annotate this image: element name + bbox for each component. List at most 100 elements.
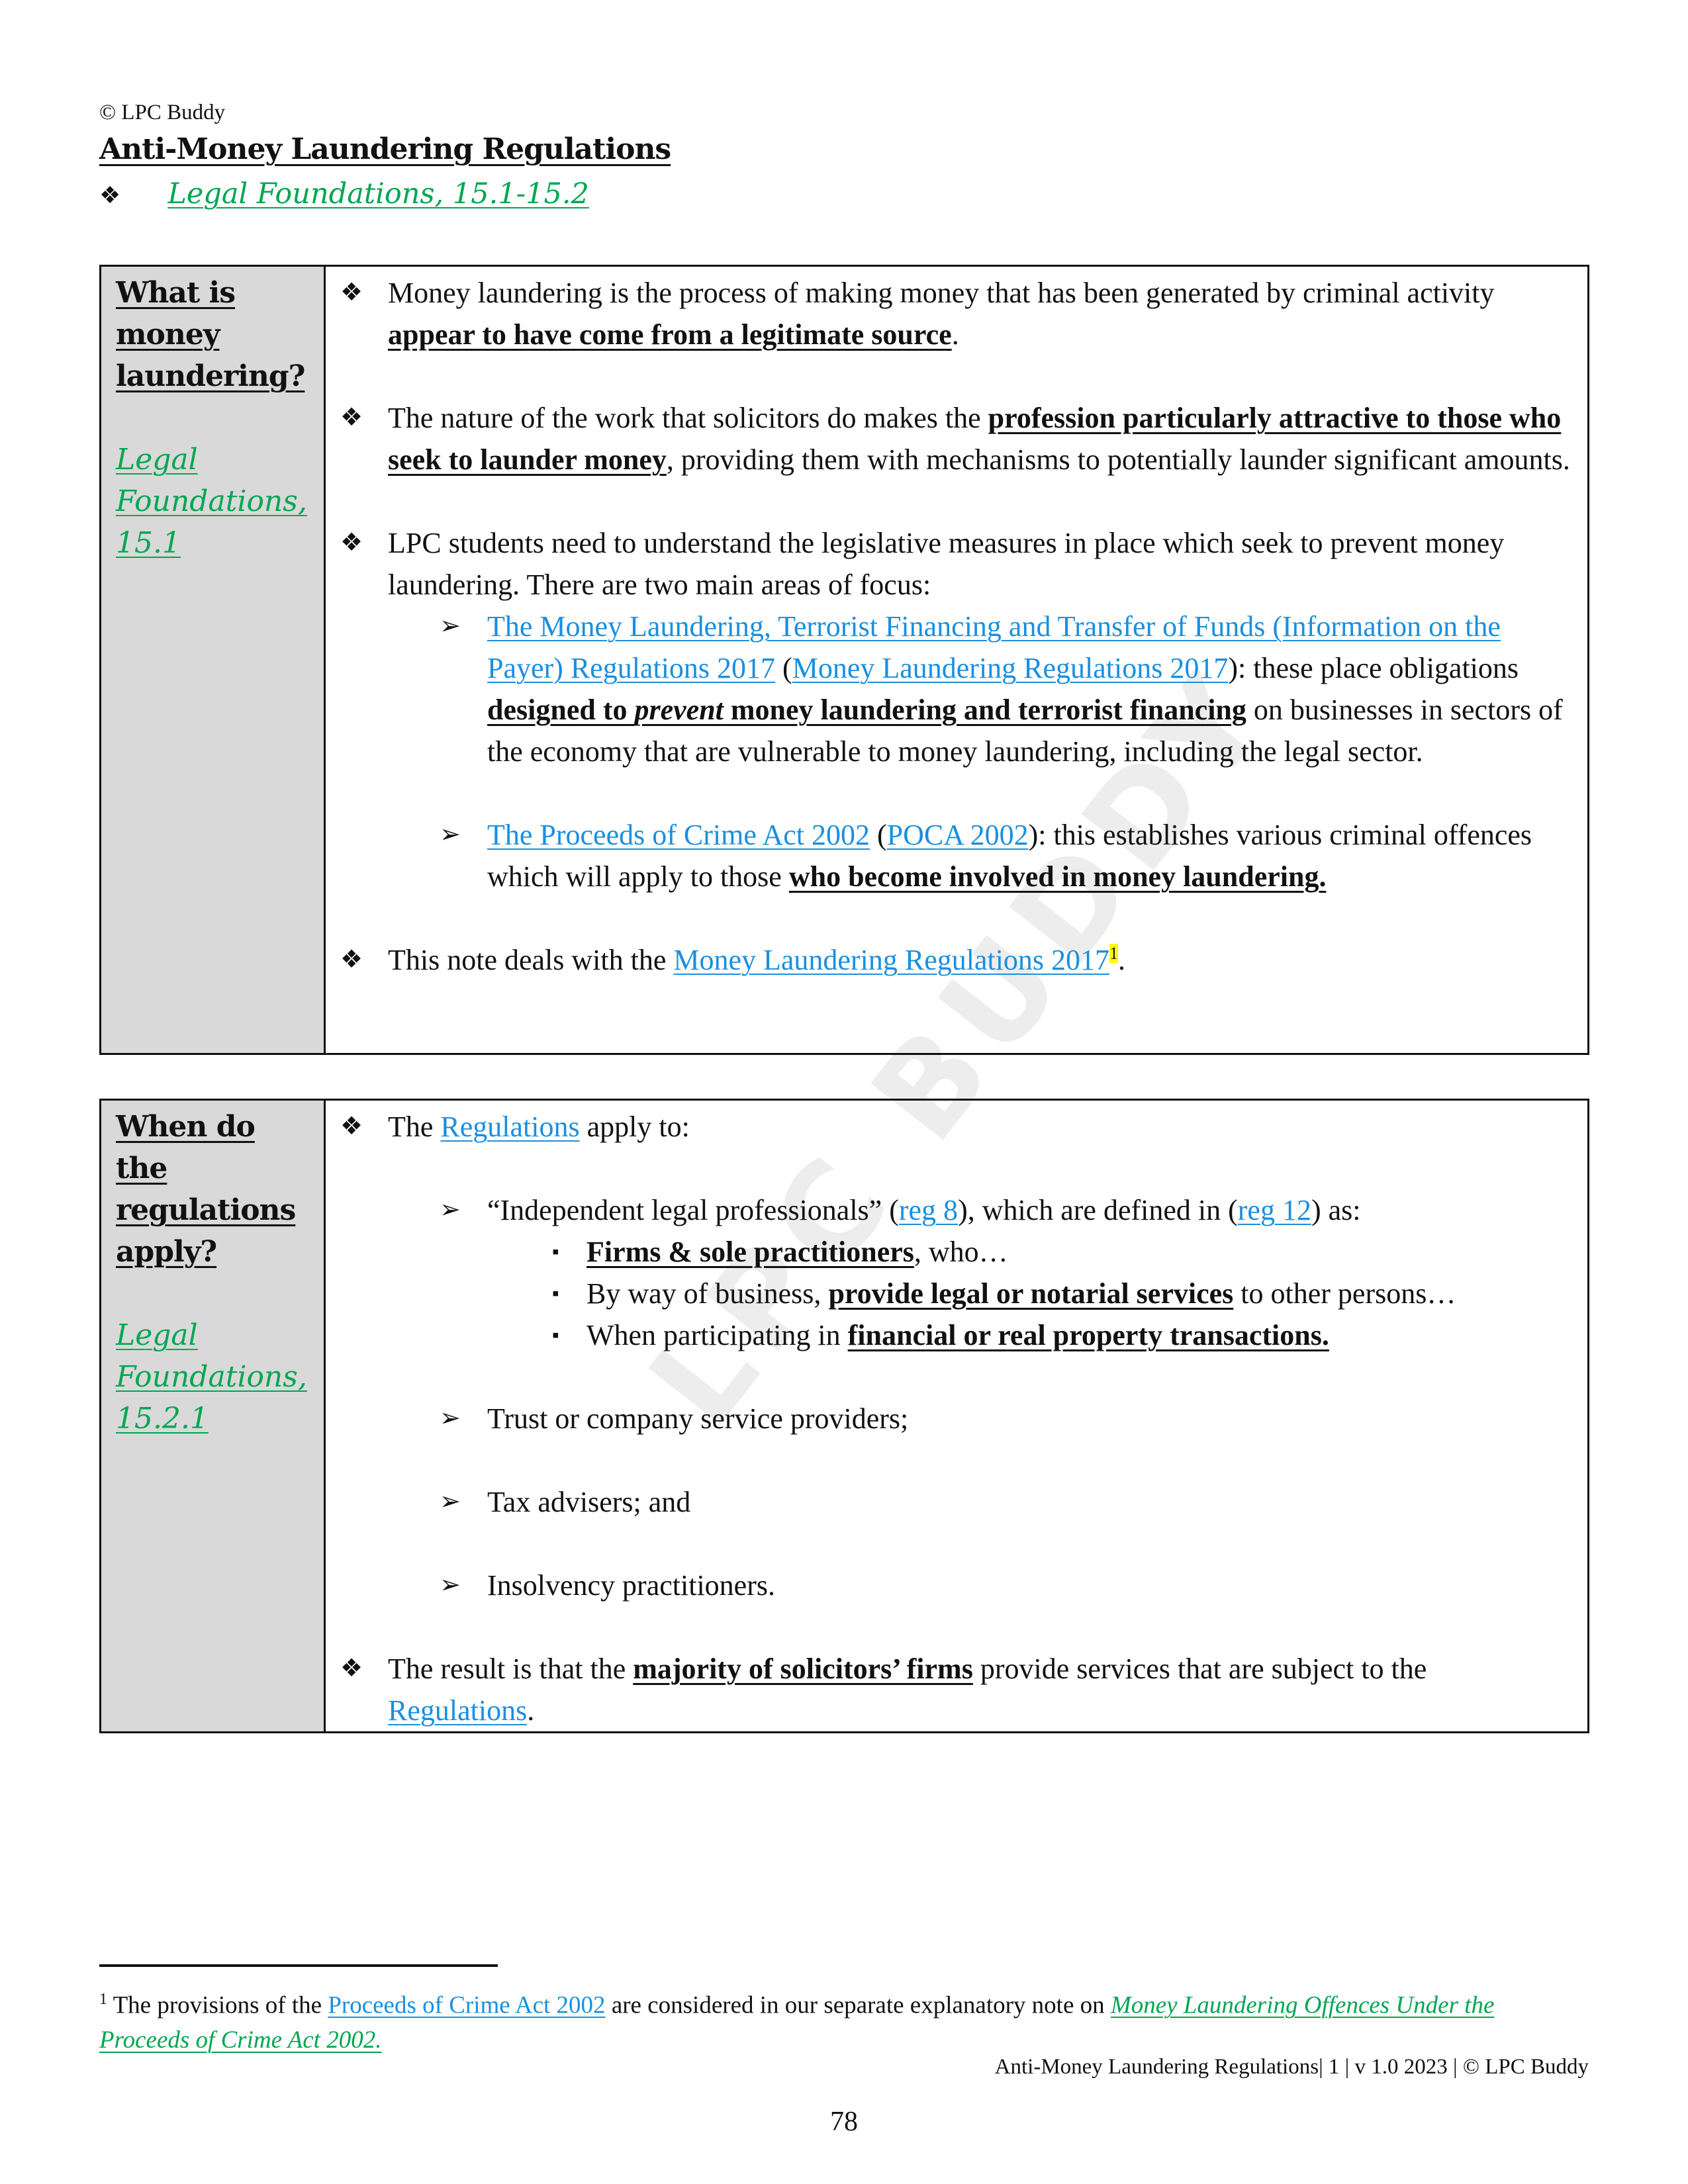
reg-8-link[interactable]: reg 8 — [899, 1194, 958, 1226]
legal-foundations-link[interactable]: 15.1 — [116, 526, 181, 560]
emphasis: majority of solicitors’ firms — [633, 1653, 973, 1685]
diamond-bullet-icon: ❖ — [340, 279, 363, 306]
page-title: Anti-Money Laundering Regulations — [99, 132, 671, 166]
section-question-line: apply? — [116, 1235, 217, 1269]
text: Money laundering is the process of makin… — [388, 277, 1495, 309]
section-question-line: What is — [116, 276, 236, 310]
sub-bullet-item: ➢ Tax advisers; and — [340, 1481, 1574, 1523]
bullet-item: ❖ The Regulations apply to: — [340, 1106, 1574, 1148]
section-question-line: When do — [116, 1110, 256, 1144]
section-question-line: laundering? — [116, 359, 305, 393]
text: This note deals with the — [388, 944, 674, 976]
text: By way of business, — [586, 1277, 829, 1310]
mlr-2017-link[interactable]: Money Laundering Regulations 2017 — [673, 944, 1109, 976]
emphasis: designed to prevent money laundering and… — [487, 694, 1246, 726]
text: Trust or company service providers; — [487, 1402, 909, 1435]
text: Insolvency practitioners. — [487, 1569, 775, 1602]
text: money laundering and terrorist financing — [723, 694, 1246, 726]
sub-bullet-item: ➢ The Money Laundering, Terrorist Financ… — [340, 606, 1574, 772]
emphasis: appear to have come from a legitimate so… — [388, 318, 952, 351]
diamond-bullet-icon: ❖ — [340, 404, 363, 432]
square-bullet-item: ▪ By way of business, provide legal or n… — [340, 1273, 1574, 1314]
bullet-item: ❖ The result is that the majority of sol… — [340, 1648, 1574, 1731]
section-what-is-money-laundering: What is money laundering? Legal Foundati… — [99, 265, 1589, 1055]
section-question-line: money — [116, 318, 220, 351]
sub-bullet-item: ➢ Trust or company service providers; — [340, 1398, 1574, 1439]
diamond-bullet-icon: ❖ — [340, 1113, 363, 1140]
text: ), which are defined in ( — [958, 1194, 1238, 1226]
text: When participating in — [586, 1319, 848, 1351]
square-bullet-item: ▪ When participating in financial or rea… — [340, 1314, 1574, 1356]
square-bullet-icon: ▪ — [552, 1283, 559, 1304]
footnote-reference[interactable]: 1 — [1109, 944, 1119, 964]
poca-2002-link[interactable]: Proceeds of Crime Act 2002 — [328, 1991, 605, 2019]
reg-12-link[interactable]: reg 12 — [1238, 1194, 1311, 1226]
emphasis: Firms & sole practitioners — [586, 1236, 914, 1268]
footnote-number: 1 — [99, 1991, 107, 2008]
mlr-2017-link[interactable]: Money Laundering Regulations 2017 — [792, 652, 1229, 684]
text: “Independent legal professionals” ( — [487, 1194, 899, 1226]
text: The nature of the work that solicitors d… — [388, 402, 988, 434]
text: The provisions of the — [107, 1991, 328, 2019]
text: . — [951, 318, 959, 351]
section-sidebar: What is money laundering? Legal Foundati… — [99, 265, 326, 1055]
text: ) as: — [1311, 1194, 1361, 1226]
text: are considered in our separate explanato… — [605, 1991, 1111, 2019]
emphasis: provide legal or notarial services — [828, 1277, 1234, 1310]
sub-bullet-item: ➢ “Independent legal professionals” (reg… — [340, 1189, 1574, 1231]
arrow-bullet-icon: ➢ — [440, 1404, 461, 1432]
bullet-item: ❖ Money laundering is the process of mak… — [340, 272, 1574, 355]
poca-2002-full-title-link[interactable]: The Proceeds of Crime Act 2002 — [487, 819, 870, 851]
text: prevent — [634, 694, 724, 726]
text: Tax advisers; and — [487, 1486, 691, 1518]
emphasis: financial or real property transactions. — [847, 1319, 1329, 1351]
legal-foundations-link[interactable]: Legal Foundations, 15.1-15.2 — [167, 177, 589, 210]
text: ( — [775, 652, 792, 684]
diamond-bullet-icon: ❖ — [340, 946, 363, 974]
square-bullet-item: ▪ Firms & sole practitioners, who… — [340, 1231, 1574, 1273]
legal-foundations-link[interactable]: Legal — [116, 443, 198, 477]
section-question-line: the — [116, 1152, 167, 1185]
text: The — [388, 1111, 441, 1143]
running-footer: Anti-Money Laundering Regulations| 1 | v… — [994, 2055, 1589, 2079]
text: ( — [869, 819, 887, 851]
diamond-bullet-icon: ❖ — [340, 529, 363, 557]
legal-foundations-link[interactable]: Legal — [116, 1318, 198, 1352]
section-sidebar: When do the regulations apply? Legal Fou… — [99, 1099, 326, 1733]
arrow-bullet-icon: ➢ — [440, 612, 461, 640]
text: . — [527, 1694, 535, 1727]
text: provide services that are subject to the — [972, 1653, 1427, 1685]
text: The result is that the — [388, 1653, 633, 1685]
diamond-bullet-icon: ❖ — [99, 182, 121, 209]
text: LPC students need to understand the legi… — [388, 527, 1505, 601]
square-bullet-icon: ▪ — [552, 1324, 559, 1346]
bullet-item: ❖ The nature of the work that solicitors… — [340, 397, 1574, 480]
square-bullet-icon: ▪ — [552, 1241, 559, 1263]
bullet-item: ❖ LPC students need to understand the le… — [340, 522, 1574, 606]
diamond-bullet-icon: ❖ — [340, 1655, 363, 1682]
text: . — [1118, 944, 1126, 976]
section-when-do-regulations-apply: When do the regulations apply? Legal Fou… — [99, 1099, 1589, 1733]
sub-bullet-item: ➢ The Proceeds of Crime Act 2002 (POCA 2… — [340, 814, 1574, 897]
text: designed to — [487, 694, 635, 726]
legal-foundations-link[interactable]: 15.2.1 — [116, 1402, 209, 1435]
bullet-item: ❖ This note deals with the Money Launder… — [340, 939, 1574, 981]
legal-foundations-link[interactable]: Foundations, — [116, 484, 307, 518]
page-number: 78 — [830, 2107, 858, 2137]
regulations-link[interactable]: Regulations — [440, 1111, 579, 1143]
copyright-header: © LPC Buddy — [99, 101, 226, 124]
reference-row: ❖ Legal Foundations, 15.1-15.2 — [99, 177, 589, 210]
poca-2002-link[interactable]: POCA 2002 — [887, 819, 1029, 851]
text: , providing them with mechanisms to pote… — [666, 443, 1570, 476]
text: apply to: — [579, 1111, 690, 1143]
document-page: LPC BUDDY © LPC Buddy Anti-Money Launder… — [0, 0, 1688, 2184]
footnote-separator — [99, 1964, 498, 1967]
regulations-link[interactable]: Regulations — [388, 1694, 527, 1727]
arrow-bullet-icon: ➢ — [440, 1488, 461, 1516]
emphasis: who become involved in money laundering. — [788, 860, 1327, 893]
text: to other persons… — [1233, 1277, 1456, 1310]
legal-foundations-link[interactable]: Foundations, — [116, 1360, 307, 1394]
sub-bullet-item: ➢ Insolvency practitioners. — [340, 1565, 1574, 1606]
section-question-line: regulations — [116, 1193, 296, 1227]
footnote: 1 The provisions of the Proceeds of Crim… — [99, 1982, 1589, 2058]
